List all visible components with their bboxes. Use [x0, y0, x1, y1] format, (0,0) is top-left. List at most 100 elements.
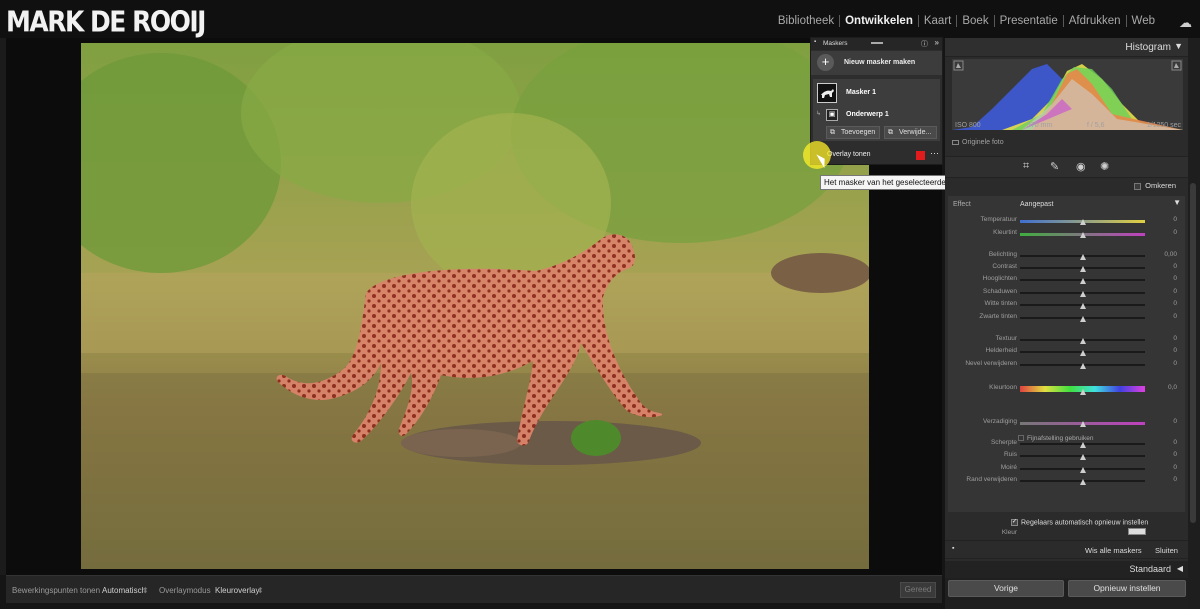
slider-value[interactable]: 0 — [1173, 347, 1177, 354]
slider-hooglichten[interactable]: Hooglichten 0 — [948, 275, 1185, 285]
mask-tool-icon[interactable]: ✺ — [1100, 160, 1109, 173]
slider-value[interactable]: 0 — [1173, 313, 1177, 320]
help-icon[interactable]: ⓘ — [921, 39, 928, 49]
slider-ruis[interactable]: Ruis 0 — [948, 451, 1185, 461]
slider-kleurtoon[interactable]: Kleurtoon 0,0 — [948, 384, 1185, 395]
slider-knob[interactable] — [1079, 421, 1086, 427]
preset-panel-header[interactable]: Standaard ◀ — [945, 561, 1188, 578]
color-picker-swatch[interactable] — [1128, 528, 1146, 535]
module-afdrukken[interactable]: Afdrukken — [1062, 15, 1126, 27]
histogram-header[interactable]: Histogram ▼ — [945, 38, 1188, 57]
checkbox-icon[interactable] — [1134, 182, 1142, 190]
slider-knob[interactable] — [1079, 338, 1086, 344]
expand-triangle-icon[interactable]: ◀ — [1177, 564, 1183, 573]
heal-icon[interactable]: ✎ — [1050, 160, 1059, 173]
slider-value[interactable]: 0 — [1173, 263, 1177, 270]
panel-grip-icon[interactable]: ▪ — [814, 39, 816, 45]
slider-scherpte[interactable]: Scherpte 0 — [948, 439, 1185, 449]
slider-value[interactable]: 0 — [1173, 335, 1177, 342]
slider-knob[interactable] — [1079, 350, 1086, 356]
slider-value[interactable]: 0 — [1173, 229, 1177, 236]
module-ontwikkelen[interactable]: Ontwikkelen — [839, 15, 918, 27]
slider-value[interactable]: 0 — [1173, 476, 1177, 483]
scrollbar-thumb[interactable] — [1190, 183, 1196, 523]
module-presentatie[interactable]: Presentatie — [993, 15, 1063, 27]
add-button[interactable]: ⧉ Toevoegen — [826, 126, 880, 139]
subject-icon[interactable]: ▣ — [826, 109, 838, 121]
red-eye-icon[interactable]: ◉ — [1076, 160, 1086, 173]
slider-belichting[interactable]: Belichting 0,00 — [948, 251, 1185, 261]
slider-knob[interactable] — [1079, 254, 1086, 260]
slider-kleurtint[interactable]: Kleurtint 0 — [948, 229, 1185, 239]
slider-value[interactable]: 0,00 — [1164, 251, 1177, 258]
slider-knob[interactable] — [1079, 467, 1086, 473]
slider-moir-[interactable]: Moiré 0 — [948, 464, 1185, 474]
slider-value[interactable]: 0 — [1173, 360, 1177, 367]
module-kaart[interactable]: Kaart — [917, 15, 957, 27]
drag-handle-icon[interactable] — [871, 42, 883, 44]
slider-value[interactable]: 0 — [1173, 439, 1177, 446]
mask-thumbnail[interactable] — [817, 83, 837, 103]
slider-value[interactable]: 0 — [1173, 275, 1177, 282]
slider-knob[interactable] — [1079, 291, 1086, 297]
slider-value[interactable]: 0 — [1173, 300, 1177, 307]
slider-knob[interactable] — [1079, 232, 1086, 238]
previous-button[interactable]: Vorige — [948, 580, 1064, 597]
toggle-switch-icon[interactable]: ▪ — [952, 545, 954, 552]
slider-rand-verwijderen[interactable]: Rand verwijderen 0 — [948, 476, 1185, 486]
auto-reset-checkbox[interactable]: ✓ Regelaars automatisch opnieuw instellen — [1011, 519, 1148, 526]
remove-button[interactable]: ⧉ Verwijde... — [884, 126, 937, 139]
slider-knob[interactable] — [1079, 316, 1086, 322]
slider-helderheid[interactable]: Helderheid 0 — [948, 347, 1185, 357]
slider-value[interactable]: 0 — [1173, 216, 1177, 223]
panel-triangle-icon[interactable]: ▼ — [1173, 198, 1181, 207]
slider-value[interactable]: 0 — [1173, 418, 1177, 425]
more-options-icon[interactable]: ··· — [930, 148, 939, 158]
overlay-color-swatch[interactable] — [916, 151, 925, 160]
slider-knob[interactable] — [1079, 266, 1086, 272]
reset-button[interactable]: Opnieuw instellen — [1068, 580, 1186, 597]
module-boek[interactable]: Boek — [956, 15, 993, 27]
slider-contrast[interactable]: Contrast 0 — [948, 263, 1185, 273]
slider-verzadiging[interactable]: Verzadiging 0 — [948, 418, 1185, 428]
collapse-triangle-icon[interactable]: ▼ — [1174, 41, 1183, 51]
slider-knob[interactable] — [1079, 442, 1086, 448]
edit-points-dropdown[interactable]: Automatisch — [102, 586, 146, 595]
overlay-mode-dropdown[interactable]: Kleuroverlay — [215, 586, 259, 595]
slider-nevel-verwijderen[interactable]: Nevel verwijderen 0 — [948, 360, 1185, 370]
close-button[interactable]: Sluiten — [1155, 546, 1178, 555]
slider-knob[interactable] — [1079, 219, 1086, 225]
invert-checkbox[interactable]: Omkeren — [1134, 181, 1176, 190]
slider-value[interactable]: 0 — [1173, 451, 1177, 458]
slider-temperatuur[interactable]: Temperatuur 0 — [948, 216, 1185, 226]
slider-textuur[interactable]: Textuur 0 — [948, 335, 1185, 345]
crop-icon[interactable]: ⌗ — [1023, 160, 1029, 173]
slider-knob[interactable] — [1079, 278, 1086, 284]
checkbox-icon[interactable] — [952, 139, 959, 145]
slider-knob[interactable] — [1079, 363, 1086, 369]
effect-dropdown[interactable]: Aangepast — [1020, 201, 1053, 208]
slider-value[interactable]: 0 — [1173, 464, 1177, 471]
slider-zwarte-tinten[interactable]: Zwarte tinten 0 — [948, 313, 1185, 323]
done-button[interactable]: Gereed — [900, 582, 936, 598]
clear-all-masks-button[interactable]: Wis alle maskers — [1085, 546, 1142, 555]
checkmark-icon[interactable]: ✓ — [1011, 519, 1018, 526]
module-web[interactable]: Web — [1125, 15, 1160, 27]
new-mask-button[interactable]: + Nieuw masker maken — [811, 51, 942, 75]
right-scrollbar[interactable] — [1188, 38, 1200, 609]
mask-item[interactable]: Masker 1 ↳ ▣ Onderwerp 1 ⧉ Toevoegen ⧉ V… — [813, 79, 940, 141]
slider-value[interactable]: 0,0 — [1168, 384, 1177, 391]
slider-value[interactable]: 0 — [1173, 288, 1177, 295]
slider-knob[interactable] — [1079, 389, 1086, 395]
histogram-graph[interactable] — [952, 59, 1183, 130]
module-bibliotheek[interactable]: Bibliotheek — [773, 15, 839, 27]
slider-knob[interactable] — [1079, 479, 1086, 485]
slider-knob[interactable] — [1079, 303, 1086, 309]
photo-cheetah[interactable] — [81, 43, 869, 569]
slider-knob[interactable] — [1079, 454, 1086, 460]
cloud-icon[interactable]: ☁ — [1179, 15, 1192, 31]
slider-schaduwen[interactable]: Schaduwen 0 — [948, 288, 1185, 298]
slider-witte-tinten[interactable]: Witte tinten 0 — [948, 300, 1185, 310]
original-photo-toggle[interactable]: Originele foto — [952, 139, 1004, 146]
collapse-icon[interactable]: » — [935, 38, 939, 47]
